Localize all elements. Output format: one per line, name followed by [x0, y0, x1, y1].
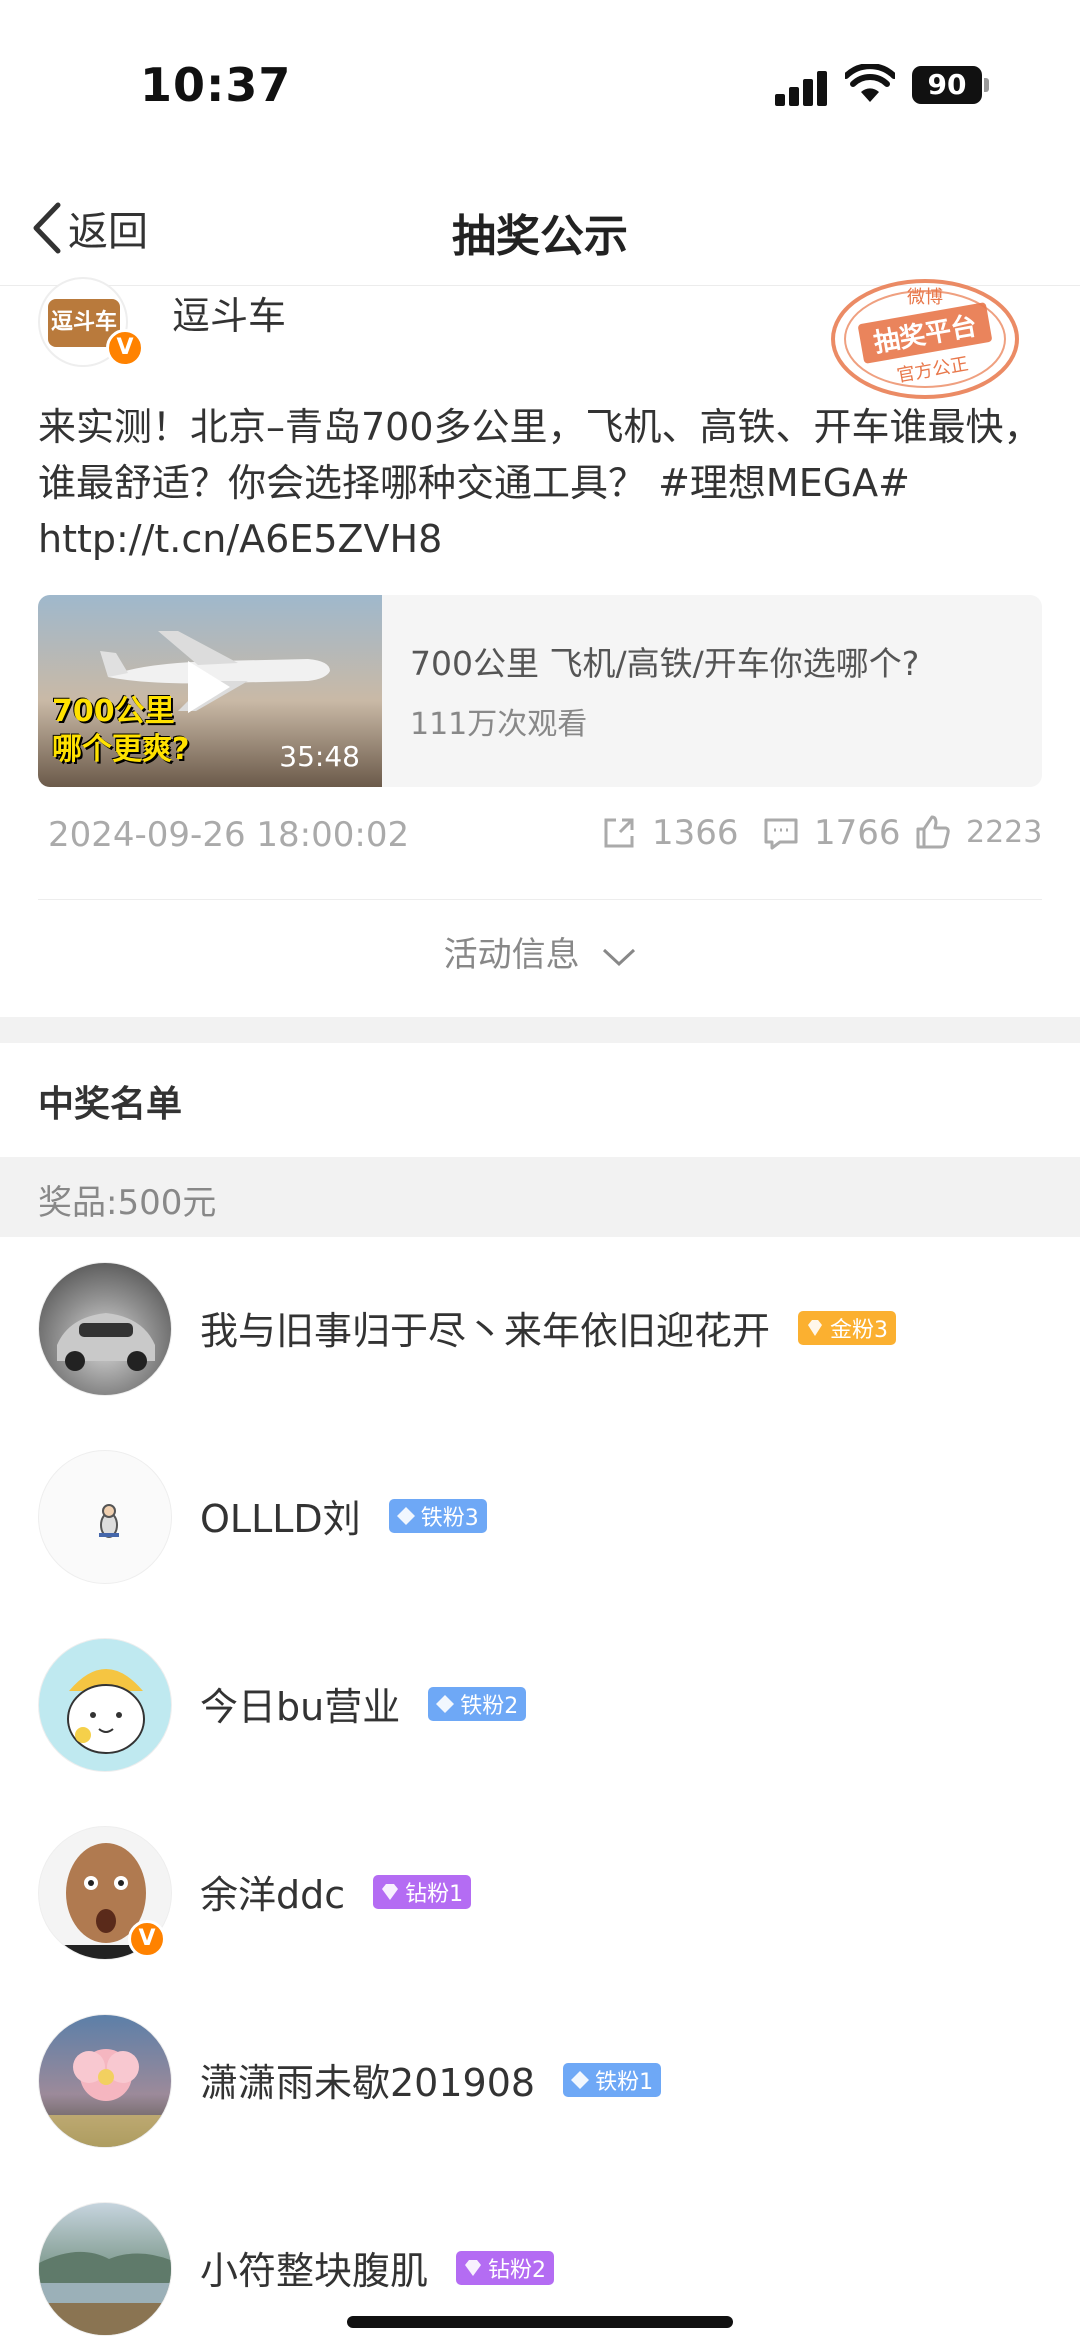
winner-row[interactable]: 我与旧事归于尽丶来年依旧迎花开 金粉3	[0, 1262, 1080, 1398]
share-count: 1366	[652, 813, 739, 853]
nav-bar: 返回 抽奖公示	[0, 176, 1080, 286]
stamp-top-text: 微博	[907, 287, 943, 308]
fan-badge-label: 钻粉2	[488, 2257, 547, 2283]
section-separator	[0, 1017, 1080, 1043]
fan-badge: 钻粉2	[456, 2250, 555, 2285]
diamond-gem-icon	[382, 1883, 399, 1900]
home-indicator[interactable]	[347, 2316, 733, 2328]
activity-info-toggle[interactable]: 活动信息	[0, 927, 1080, 976]
fan-badge: 铁粉1	[563, 2062, 662, 2097]
activity-info-label: 活动信息	[443, 935, 580, 975]
video-thumbnail[interactable]: 700公里 哪个更爽? 35:48	[38, 595, 382, 787]
winner-avatar[interactable]	[38, 1638, 172, 1772]
winner-name[interactable]: 余洋ddc	[200, 1864, 345, 1919]
divider	[38, 899, 1042, 900]
video-views: 111万次观看	[410, 707, 588, 742]
fan-badge-label: 钻粉1	[405, 1881, 464, 1907]
chevron-down-icon	[603, 948, 636, 966]
fan-badge: 铁粉2	[428, 1686, 527, 1721]
author-name[interactable]: 逗斗车	[172, 285, 286, 340]
winner-name[interactable]: 我与旧事归于尽丶来年依旧迎花开	[200, 1300, 770, 1355]
video-title: 700公里 飞机/高铁/开车你选哪个?	[410, 644, 920, 683]
video-duration: 35:48	[279, 740, 360, 773]
flower-image	[39, 2049, 171, 2147]
iron-gem-icon	[436, 1694, 455, 1713]
winner-row[interactable]: 今日bu营业 铁粉2	[0, 1638, 1080, 1774]
cartoon-face-image	[67, 1669, 145, 1754]
winner-avatar[interactable]	[38, 2202, 172, 2336]
cartoon-figure-image	[99, 1504, 119, 1538]
winner-name[interactable]: 潇潇雨未歇201908	[200, 2052, 535, 2107]
winner-avatar[interactable]	[38, 1262, 172, 1396]
winner-avatar[interactable]	[38, 1450, 172, 1584]
thumbs-up-icon	[916, 815, 950, 849]
share-button[interactable]: 1366	[600, 813, 739, 853]
verified-badge-icon: V	[128, 1920, 166, 1958]
thumb-caption-line2: 哪个更爽?	[52, 732, 190, 767]
fan-badge: 钻粉1	[373, 1874, 472, 1909]
battery-icon: 90	[912, 66, 982, 104]
fan-badge-label: 铁粉1	[595, 2069, 654, 2095]
winner-name[interactable]: OLLLD刘	[200, 1488, 361, 1543]
fan-badge-label: 金粉3	[830, 1317, 889, 1343]
winner-info: 余洋ddc 钻粉1	[200, 1864, 472, 1919]
winner-info: 今日bu营业 铁粉2	[200, 1676, 527, 1731]
landscape-image	[39, 2251, 171, 2335]
cellular-signal-icon	[775, 70, 831, 106]
status-time: 10:37	[140, 58, 292, 112]
winner-info: 潇潇雨未歇201908 铁粉1	[200, 2052, 662, 2107]
fan-badge: 金粉3	[798, 1310, 897, 1345]
winner-avatar[interactable]	[38, 2014, 172, 2148]
comment-icon	[764, 818, 798, 850]
video-thumb-caption: 700公里 哪个更爽?	[52, 693, 189, 769]
winner-name[interactable]: 小符整块腹肌	[200, 2240, 428, 2295]
car-image	[57, 1313, 155, 1371]
prize-label: 奖品:500元	[38, 1183, 217, 1223]
post-timestamp: 2024-09-26 18:00:02	[48, 815, 410, 855]
like-count: 2223	[966, 814, 1043, 850]
winner-row[interactable]: 潇潇雨未歇201908 铁粉1	[0, 2014, 1080, 2150]
wifi-icon	[845, 64, 895, 102]
verified-badge-icon: V	[106, 329, 144, 367]
winner-info: OLLLD刘 铁粉3	[200, 1488, 487, 1543]
share-icon	[604, 818, 634, 848]
winner-name[interactable]: 今日bu营业	[200, 1676, 400, 1731]
battery-tip	[984, 78, 989, 92]
iron-gem-icon	[396, 1506, 415, 1525]
post-meta-row: 2024-09-26 18:00:02 1366 1766 2223	[0, 809, 1080, 869]
lottery-platform-stamp: 微博 抽奖平台 官方公正	[831, 279, 1019, 399]
like-button[interactable]: 2223	[914, 813, 1042, 851]
status-bar: 10:37 90	[0, 0, 1080, 176]
play-icon[interactable]	[188, 661, 230, 713]
prize-bar: 奖品:500元	[0, 1157, 1080, 1237]
page-title: 抽奖公示	[452, 211, 628, 262]
comment-count: 1766	[814, 813, 901, 853]
post-text: 来实测！北京–青岛700多公里，飞机、高铁、开车谁最快，谁最舒适？你会选择哪种交…	[38, 405, 1042, 561]
video-card[interactable]: 700公里 哪个更爽? 35:48 700公里 飞机/高铁/开车你选哪个? 11…	[38, 595, 1042, 787]
fan-badge-label: 铁粉2	[460, 1693, 519, 1719]
thumb-caption-line1: 700公里	[52, 694, 175, 729]
comment-button[interactable]: 1766	[762, 813, 901, 853]
fan-badge-label: 铁粉3	[420, 1505, 479, 1531]
fan-badge: 铁粉3	[388, 1498, 487, 1533]
winner-row[interactable]: OLLLD刘 铁粉3	[0, 1450, 1080, 1586]
gold-gem-icon	[808, 1319, 823, 1336]
winner-row[interactable]: V 余洋ddc 钻粉1	[0, 1826, 1080, 1962]
winners-title: 中奖名单	[38, 1084, 183, 1125]
iron-gem-icon	[571, 2070, 590, 2089]
winner-info: 我与旧事归于尽丶来年依旧迎花开 金粉3	[200, 1300, 897, 1355]
diamond-gem-icon	[465, 2259, 482, 2276]
winner-info: 小符整块腹肌 钻粉2	[200, 2240, 555, 2295]
